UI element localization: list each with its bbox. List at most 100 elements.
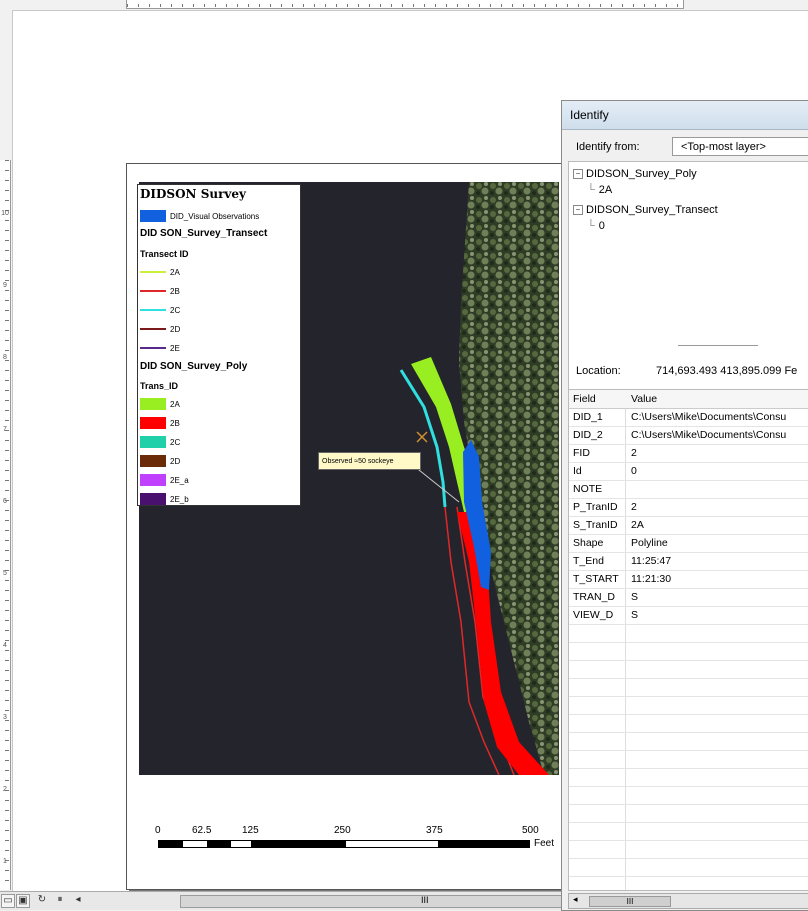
tree-node-transect[interactable]: − DIDSON_Survey_Transect [573,204,718,216]
tree-child-poly-label: 2A [598,184,613,196]
attribute-row[interactable]: P_TranID 2 [569,498,808,517]
attribute-value: C:\Users\Mike\Documents\Consu [631,429,787,441]
legend-poly-label: 2E_b [170,494,189,504]
attribute-row[interactable]: Id 0 [569,462,808,481]
attribute-field: DID_2 [573,429,603,441]
tree-child-transect[interactable]: └ 0 [587,220,605,232]
identify-from-dropdown[interactable]: <Top-most layer> [672,137,808,156]
data-view-icon[interactable]: ▭ [1,894,15,908]
attribute-value: 11:21:30 [631,573,672,585]
tree-layer-poly: DIDSON_Survey_Poly [586,168,697,180]
legend-poly-sub: Trans_ID [140,381,179,391]
attribute-field: P_TranID [573,501,618,513]
attribute-row[interactable]: DID_1 C:\Users\Mike\Documents\Consu [569,408,808,427]
legend-transect-sub: Transect ID [140,249,189,259]
legend-title: DIDSON Survey [140,187,246,201]
layout-horizontal-scrollbar[interactable]: III [180,895,562,908]
refresh-icon[interactable]: ↻ [36,894,48,906]
empty-row [569,642,808,661]
empty-row [569,750,808,769]
legend-line-swatch [140,290,166,292]
ruler-label: 7 [3,426,7,433]
scale-tick-5: 500 [522,825,539,836]
collapse-icon[interactable]: − [573,169,583,179]
scale-bar [158,840,530,848]
scroll-left-icon[interactable]: ◂ [573,894,578,905]
scroll-thumb[interactable]: III [589,896,671,907]
location-label: Location: [576,365,621,377]
identify-titlebar[interactable]: Identify [562,101,808,130]
ruler-label: 6 [3,498,7,505]
attribute-field: T_START [573,573,619,585]
legend-poly-item: 2A [140,397,180,411]
identify-splitter[interactable] [568,343,808,349]
legend-transect-item: 2D [140,322,180,336]
attribute-row[interactable]: NOTE [569,480,808,499]
attribute-field: FID [573,447,590,459]
attribute-grid[interactable]: Field Value DID_1 C:\Users\Mike\Documents… [568,389,808,891]
map-legend[interactable]: DIDSON Survey DID_Visual Observations DI… [137,184,301,506]
tree-node-poly[interactable]: − DIDSON_Survey_Poly [573,168,697,180]
pause-icon[interactable]: ⏸ [54,894,66,906]
attribute-row[interactable]: Shape Polyline [569,534,808,553]
scroll-thumb-grip: III [421,895,429,905]
empty-row [569,858,808,877]
ruler-label: 5 [3,570,7,577]
attribute-row[interactable]: FID 2 [569,444,808,463]
legend-transect-label: 2C [170,305,181,315]
attribute-row[interactable]: VIEW_D S [569,606,808,625]
observation-callout[interactable]: Observed ≈50 sockeye [318,452,421,470]
legend-fill-swatch [140,398,166,410]
ruler-label: 9 [3,282,7,289]
layout-view-icon[interactable]: ▣ [16,894,30,908]
attribute-field: Id [573,465,582,477]
identify-from-label: Identify from: [576,141,640,153]
top-ruler [126,0,684,9]
identify-window[interactable]: Identify Identify from: <Top-most layer>… [561,100,808,911]
legend-transect-label: 2B [170,286,180,296]
empty-row [569,804,808,823]
identify-horizontal-scrollbar[interactable]: ◂ III [568,893,808,909]
tree-child-poly[interactable]: └ 2A [587,184,612,196]
legend-poly-label: 2E_a [170,475,189,485]
scale-tick-1: 62.5 [192,825,212,836]
attribute-value: S [631,591,639,603]
attribute-value: C:\Users\Mike\Documents\Consu [631,411,787,423]
legend-line-swatch [140,309,166,311]
attribute-row[interactable]: T_End 11:25:47 [569,552,808,571]
value-column-header[interactable]: Value [631,393,657,405]
legend-transect-item: 2E [140,341,180,355]
legend-visual-item: DID_Visual Observations [140,209,259,223]
collapse-icon[interactable]: − [573,205,583,215]
attribute-value: 2A [631,519,644,531]
legend-fill-swatch [140,436,166,448]
legend-line-swatch [140,271,166,273]
attribute-value: 11:25:47 [631,555,672,567]
attribute-value: 2 [631,447,637,459]
empty-row [569,840,808,859]
legend-poly-item: 2E_a [140,473,189,487]
attribute-row[interactable]: S_TranID 2A [569,516,808,535]
legend-poly-label: 2C [170,437,181,447]
attribute-field: NOTE [573,483,603,495]
legend-transect-item: 2C [140,303,180,317]
attribute-row[interactable]: DID_2 C:\Users\Mike\Documents\Consu [569,426,808,445]
attribute-field: S_TranID [573,519,618,531]
legend-visual-label: DID_Visual Observations [170,211,260,221]
attribute-row[interactable]: TRAN_D S [569,588,808,607]
legend-fill-swatch [140,474,166,486]
legend-transect-label: 2D [170,324,181,334]
empty-row [569,714,808,733]
empty-row [569,696,808,715]
ruler-label: 2 [3,786,7,793]
field-column-header[interactable]: Field [573,393,596,405]
tree-child-transect-label: 0 [598,220,605,232]
tree-layer-transect: DIDSON_Survey_Transect [586,204,718,216]
attribute-field: Shape [573,537,604,549]
ruler-label: 8 [3,354,7,361]
attribute-value: S [631,609,639,621]
empty-row [569,678,808,697]
attribute-row[interactable]: T_START 11:21:30 [569,570,808,589]
empty-row [569,732,808,751]
scroll-left-icon[interactable]: ◂ [72,894,84,906]
